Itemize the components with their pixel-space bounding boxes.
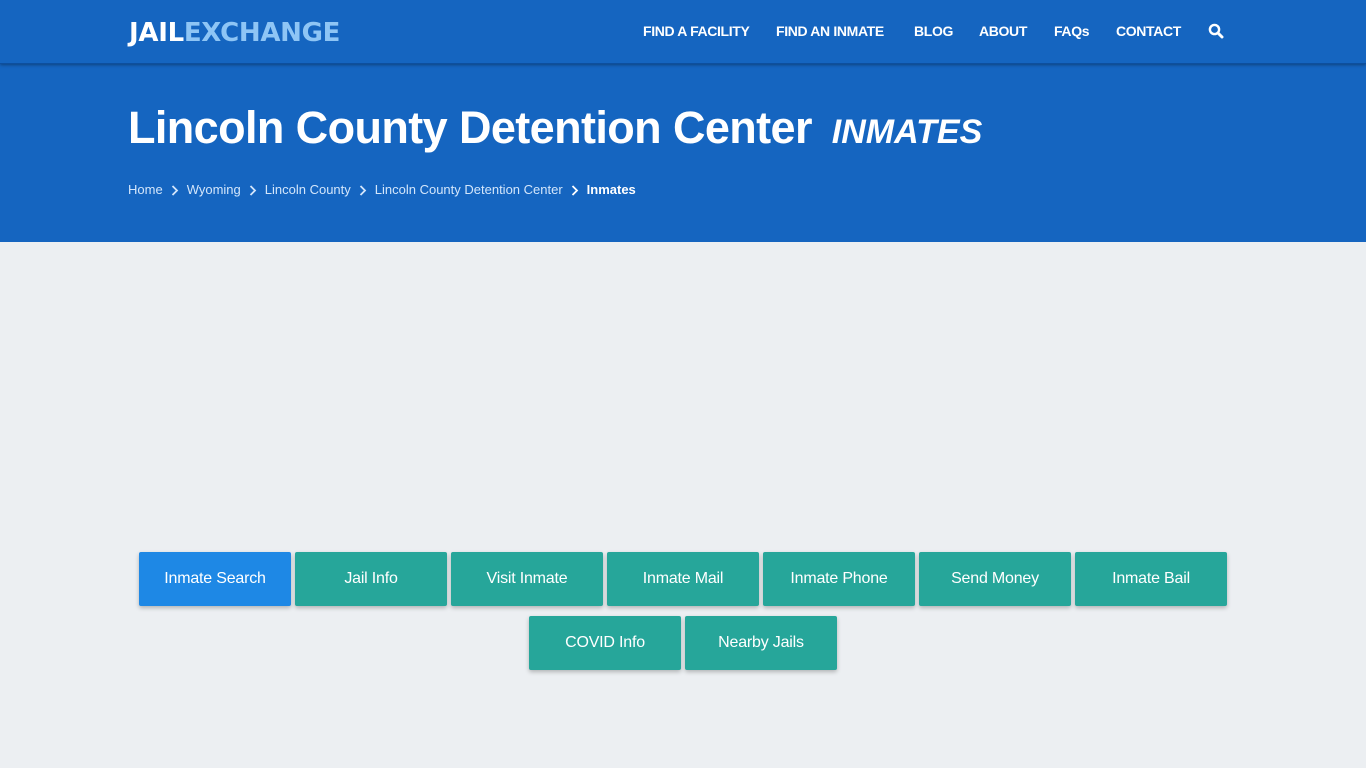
inmate-mail-button[interactable]: Inmate Mail [607, 552, 759, 606]
chevron-right-icon [351, 181, 375, 199]
breadcrumb-home[interactable]: Home [128, 181, 163, 199]
breadcrumb-current-inmates: Inmates [586, 182, 636, 197]
breadcrumb: Home Wyoming Lincoln County Lincoln Coun… [128, 181, 636, 199]
send-money-button[interactable]: Send Money [919, 552, 1071, 606]
chevron-right-icon [241, 181, 265, 199]
breadcrumb-wyoming[interactable]: Wyoming [187, 181, 241, 199]
nav-contact[interactable]: CONTACT [1116, 0, 1181, 62]
page-title-main: Lincoln County Detention Center [128, 102, 812, 153]
action-buttons-row-2: COVID Info Nearby Jails [0, 616, 1366, 670]
inmate-bail-button[interactable]: Inmate Bail [1075, 552, 1227, 606]
nav-faqs[interactable]: FAQs [1054, 0, 1090, 62]
nearby-jails-button[interactable]: Nearby Jails [685, 616, 837, 670]
nav-blog[interactable]: BLOG [914, 0, 953, 62]
page-title: Lincoln County Detention Center INMATES [128, 100, 982, 160]
page-title-subtitle: INMATES [831, 113, 983, 151]
nav-find-an-inmate[interactable]: FIND AN INMATE [776, 0, 884, 62]
chevron-right-icon [163, 181, 187, 199]
nav-about[interactable]: ABOUT [979, 0, 1027, 62]
nav-find-a-facility[interactable]: FIND A FACILITY [643, 0, 750, 62]
inmate-phone-button[interactable]: Inmate Phone [763, 552, 915, 606]
visit-inmate-button[interactable]: Visit Inmate [451, 552, 603, 606]
jail-info-button[interactable]: Jail Info [295, 552, 447, 606]
chevron-right-icon [563, 181, 587, 199]
breadcrumb-lincoln-county[interactable]: Lincoln County [265, 181, 351, 199]
covid-info-button[interactable]: COVID Info [529, 616, 681, 670]
main-nav: FIND A FACILITY FIND AN INMATE BLOG ABOU… [0, 0, 1366, 64]
search-icon[interactable] [1208, 23, 1224, 39]
breadcrumb-detention-center[interactable]: Lincoln County Detention Center [375, 181, 563, 199]
action-buttons-row-1: Inmate Search Jail Info Visit Inmate Inm… [0, 552, 1366, 606]
top-navbar: JAIL EXCHANGE FIND A FACILITY FIND AN INM… [0, 0, 1366, 64]
inmate-search-button[interactable]: Inmate Search [139, 552, 291, 606]
